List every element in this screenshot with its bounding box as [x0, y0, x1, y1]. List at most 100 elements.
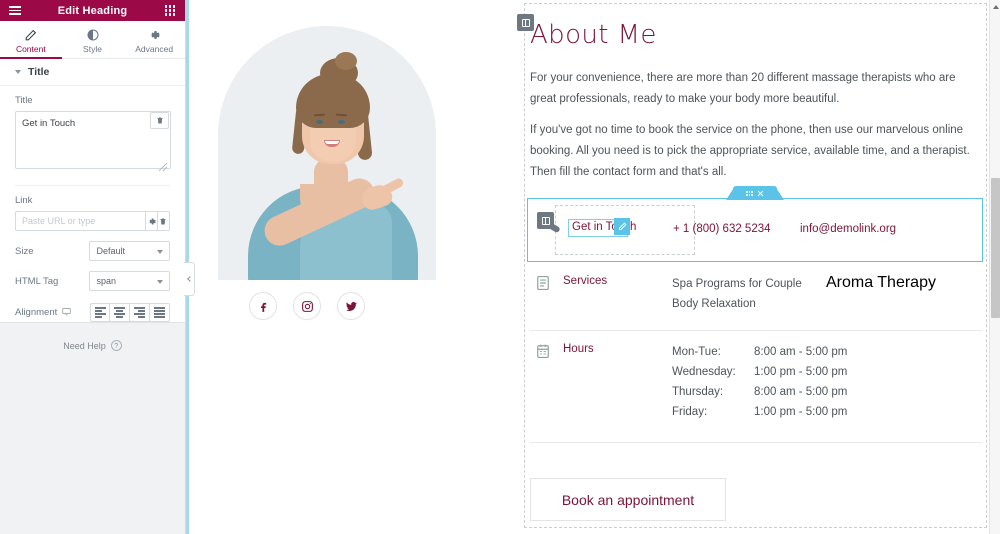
instagram-icon[interactable] [293, 292, 321, 320]
drag-dots-icon[interactable] [746, 190, 753, 196]
html-tag-field-label: HTML Tag [15, 275, 59, 287]
tab-content-label: Content [15, 43, 46, 54]
chevron-left-icon [187, 276, 193, 282]
align-justify-button[interactable] [150, 303, 170, 322]
tab-style-label: Style [83, 43, 102, 54]
section-title-label: Title [28, 66, 50, 78]
document-list-icon [536, 275, 550, 291]
size-select-value: Default [96, 246, 125, 256]
services-column-2: Aroma Therapy [826, 274, 936, 292]
about-widget-handle-icon[interactable] [517, 14, 534, 31]
contrast-circle-icon [87, 29, 99, 42]
photo-column [189, 0, 517, 534]
services-item: Spa Programs for Couple [672, 278, 802, 290]
alignment-label-text: Alignment [15, 307, 58, 318]
services-item: Body Relaxation [672, 298, 756, 310]
tab-style[interactable]: Style [62, 21, 124, 58]
panel-body: Title Title Link [0, 59, 185, 323]
divider [530, 442, 982, 443]
contact-email[interactable]: info@demolink.org [800, 223, 896, 235]
services-label: Services [563, 275, 608, 287]
size-select[interactable]: Default [89, 241, 170, 261]
hours-time: 8:00 am - 5:00 pm [754, 346, 848, 358]
link-input[interactable] [15, 211, 145, 231]
photo-hair-bun-top [335, 52, 357, 70]
scrollbar-thumb[interactable] [991, 178, 1000, 318]
html-tag-select[interactable]: span [89, 271, 170, 291]
link-settings-gear-icon[interactable] [145, 211, 158, 231]
link-field-group: Link [0, 195, 185, 231]
section-controls-tab [733, 186, 777, 200]
scroll-up-arrow-icon[interactable] [990, 1, 1000, 12]
contact-widget-handle-icon[interactable] [537, 212, 554, 229]
hours-label: Hours [563, 343, 594, 355]
html-tag-field-row: HTML Tag span [0, 271, 185, 291]
services-column-1: Spa Programs for Couple Body Relaxation [672, 274, 802, 314]
facebook-icon[interactable] [249, 292, 277, 320]
hours-day: Wednesday: [672, 366, 736, 378]
close-x-icon[interactable] [757, 190, 764, 197]
twitter-icon[interactable] [337, 292, 365, 320]
page-title: About Me [530, 20, 657, 50]
hamburger-menu-icon[interactable] [2, 0, 28, 21]
section-title-toggle[interactable]: Title [0, 59, 185, 86]
tab-advanced-label: Advanced [135, 43, 174, 54]
link-trash-icon[interactable] [157, 211, 170, 231]
contact-phone[interactable]: + 1 (800) 632 5234 [673, 223, 771, 235]
hours-day: Mon-Tue: [672, 346, 721, 358]
divider [530, 330, 982, 331]
vertical-scrollbar[interactable] [989, 0, 1000, 534]
alignment-field-label: Alignment [15, 307, 90, 319]
panel-header: Edit Heading [0, 0, 185, 21]
title-input[interactable] [15, 111, 171, 169]
panel-tabs: Content Style Advanced [0, 21, 185, 59]
question-circle-icon: ? [110, 340, 122, 351]
photo-eye-right [338, 120, 345, 124]
hours-time: 1:00 pm - 5:00 pm [754, 406, 848, 418]
desktop-icon[interactable] [62, 307, 71, 319]
photo-eye-left [316, 120, 323, 124]
divider [15, 185, 170, 186]
hours-time: 1:00 pm - 5:00 pm [754, 366, 848, 378]
align-left-button[interactable] [90, 303, 110, 322]
contact-section-selected[interactable]: Get in Touch + 1 (800) 632 5234 info@dem… [527, 186, 983, 262]
chevron-down-icon [157, 250, 163, 254]
tab-content[interactable]: Content [0, 21, 62, 59]
alignment-field-row: Alignment [0, 303, 185, 322]
align-center-button[interactable] [110, 303, 130, 322]
social-links [249, 292, 365, 320]
pencil-edit-icon[interactable] [614, 218, 630, 235]
hours-time: 8:00 am - 5:00 pm [754, 386, 848, 398]
title-field-label: Title [15, 95, 33, 106]
link-row [15, 211, 170, 231]
hours-table: Mon-Tue: 8:00 am - 5:00 pm Wednesday: 1:… [672, 342, 847, 422]
trash-icon[interactable] [150, 112, 169, 129]
pencil-icon [24, 29, 37, 42]
align-right-button[interactable] [130, 303, 150, 322]
section-dashed-bottom [524, 527, 987, 528]
size-field-row: Size Default [0, 241, 185, 261]
alignment-button-group [90, 303, 170, 322]
panel-collapse-handle[interactable] [184, 262, 195, 296]
grid-apps-icon[interactable] [157, 0, 183, 21]
chevron-down-icon [157, 280, 163, 284]
hours-day: Thursday: [672, 386, 724, 398]
panel-title: Edit Heading [57, 4, 128, 17]
about-paragraph-2: If you've got no time to book the servic… [530, 124, 970, 178]
tab-advanced[interactable]: Advanced [123, 21, 185, 58]
need-help-link[interactable]: Need Help ? [0, 340, 185, 351]
chevron-down-icon [15, 70, 21, 74]
gear-icon [148, 29, 160, 42]
preview-canvas: About Me For your convenience, there are… [189, 0, 989, 534]
portrait-photo[interactable] [204, 8, 452, 280]
book-appointment-button[interactable]: Book an appointment [530, 478, 726, 521]
link-field-label: Link [15, 195, 33, 206]
calendar-icon [536, 343, 550, 359]
hours-day: Friday: [672, 406, 708, 418]
html-tag-select-value: span [96, 276, 116, 286]
services-item: Aroma Therapy [826, 274, 936, 291]
size-field-label: Size [15, 245, 34, 257]
title-textarea-wrap [15, 111, 171, 174]
title-field-group: Title [0, 95, 185, 186]
need-help-label: Need Help [63, 340, 106, 351]
